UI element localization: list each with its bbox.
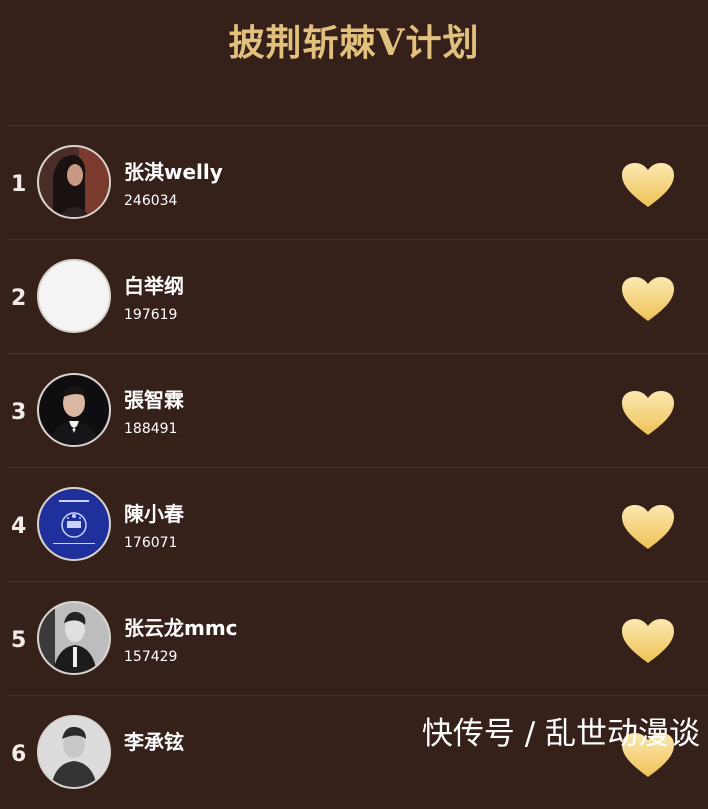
like-button[interactable] bbox=[620, 275, 676, 325]
watermark: 快传号 / 乱世动漫谈 bbox=[421, 716, 700, 752]
rank-number: 3 bbox=[11, 400, 27, 425]
avatar[interactable] bbox=[37, 601, 111, 675]
like-button[interactable] bbox=[620, 503, 676, 553]
contestant-name: 白举纲 bbox=[124, 274, 184, 298]
avatar[interactable] bbox=[37, 145, 111, 219]
vote-count: 157429 bbox=[124, 649, 178, 665]
vote-count: 246034 bbox=[124, 193, 178, 209]
like-button[interactable] bbox=[620, 389, 676, 439]
avatar-photo-man-suit bbox=[39, 375, 109, 445]
heart-icon bbox=[622, 391, 674, 435]
avatar[interactable] bbox=[37, 373, 111, 447]
avatar[interactable] bbox=[37, 259, 111, 333]
contestant-name: 陳小春 bbox=[124, 502, 184, 526]
avatar[interactable] bbox=[37, 715, 111, 789]
avatar-blank bbox=[39, 261, 109, 331]
contestant-name: 张云龙mmc bbox=[124, 616, 238, 640]
avatar-photo-man-bw bbox=[39, 717, 109, 787]
heart-icon bbox=[622, 505, 674, 549]
avatar[interactable] bbox=[37, 487, 111, 561]
vote-count: 176071 bbox=[124, 535, 178, 551]
heart-icon bbox=[622, 277, 674, 321]
ranking-row[interactable]: 1 张淇welly 246034 bbox=[8, 125, 708, 239]
rank-number: 2 bbox=[11, 286, 27, 311]
avatar-photo-man-bw bbox=[39, 603, 109, 673]
ranking-row[interactable]: 2 白举纲 197619 bbox=[8, 239, 708, 353]
page-title: 披荆斩棘V计划 bbox=[228, 22, 480, 64]
rank-number: 5 bbox=[11, 628, 27, 653]
contestant-name: 張智霖 bbox=[124, 388, 184, 412]
vote-count: 188491 bbox=[124, 421, 178, 437]
like-button[interactable] bbox=[620, 617, 676, 667]
contestant-name: 张淇welly bbox=[124, 160, 223, 184]
like-button[interactable] bbox=[620, 161, 676, 211]
rank-number: 1 bbox=[11, 172, 27, 197]
avatar-passport-emblem bbox=[39, 489, 109, 559]
heart-icon bbox=[622, 163, 674, 207]
ranking-row[interactable]: 5 张云龙mmc 157429 bbox=[8, 581, 708, 695]
heart-icon bbox=[622, 619, 674, 663]
ranking-row[interactable]: 3 張智霖 188491 bbox=[8, 353, 708, 467]
ranking-row[interactable]: 4 陳小春 176071 bbox=[8, 467, 708, 581]
avatar-photo-long-hair bbox=[39, 147, 109, 217]
contestant-name: 李承铉 bbox=[124, 730, 184, 754]
vote-count: 197619 bbox=[124, 307, 178, 323]
ranking-list: 1 张淇welly 246034 2 白举纲 197619 3 張智霖 1884… bbox=[8, 125, 708, 809]
rank-number: 6 bbox=[11, 742, 27, 767]
rank-number: 4 bbox=[11, 514, 27, 539]
